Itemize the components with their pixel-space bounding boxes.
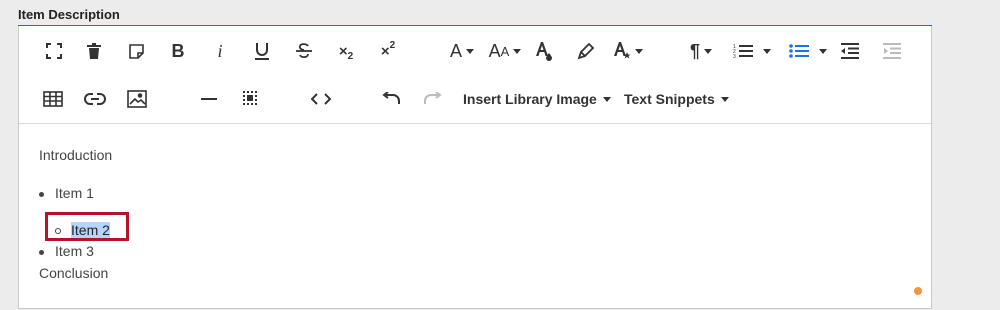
text-snippets-label: Text Snippets (624, 91, 715, 107)
image-icon[interactable] (123, 84, 151, 114)
select-all-icon[interactable] (237, 84, 265, 114)
undo-icon[interactable] (377, 84, 405, 114)
superscript-icon[interactable]: × 2 (375, 36, 401, 66)
indent-icon[interactable] (879, 36, 905, 66)
horizontal-line-icon[interactable] (195, 84, 223, 114)
bullet-disc-icon (39, 249, 44, 255)
fullscreen-icon[interactable] (41, 36, 67, 66)
highlight-icon[interactable] (573, 36, 599, 66)
insert-library-image-label: Insert Library Image (463, 91, 597, 107)
bullet-disc-icon (39, 191, 44, 197)
text-color-icon[interactable] (531, 36, 557, 66)
code-view-icon[interactable] (307, 84, 335, 114)
list-item-text: Item 3 (55, 243, 94, 259)
font-family-icon[interactable]: A (445, 36, 479, 66)
trash-icon[interactable] (81, 36, 107, 66)
underline-icon[interactable] (249, 36, 275, 66)
outdent-icon[interactable] (837, 36, 863, 66)
list-item: Item 1 (39, 185, 94, 201)
italic-icon[interactable]: i (207, 36, 233, 66)
svg-text:3: 3 (733, 54, 736, 59)
table-icon[interactable] (39, 84, 67, 114)
chevron-down-icon (720, 96, 729, 102)
editor-content[interactable]: Introduction Item 1 Item 2 Item 3 Conclu… (19, 124, 931, 310)
paragraph-introduction: Introduction (39, 147, 113, 163)
ordered-list-icon[interactable]: 123 (729, 36, 775, 66)
rich-text-editor[interactable]: B i × 2 × 2 A AA ¶ 123 Insert Library Im… (18, 25, 932, 309)
subscript-icon[interactable]: × 2 (333, 36, 359, 66)
list-item: Item 3 (39, 243, 94, 259)
clear-formatting-icon[interactable] (123, 36, 149, 66)
list-item-text: Item 1 (55, 185, 94, 201)
paragraph-format-icon[interactable]: ¶ (685, 36, 717, 66)
paragraph-conclusion: Conclusion (39, 265, 109, 281)
chevron-down-icon (602, 96, 611, 102)
field-label: Item Description (18, 7, 120, 22)
inline-style-icon[interactable] (611, 36, 645, 66)
text-snippets-dropdown[interactable]: Text Snippets (624, 84, 729, 114)
editor-toolbar: B i × 2 × 2 A AA ¶ 123 Insert Library Im… (19, 26, 931, 124)
link-icon[interactable] (81, 84, 109, 114)
highlight-annotation-box (45, 212, 129, 241)
redo-icon[interactable] (419, 84, 447, 114)
bold-icon[interactable]: B (165, 36, 191, 66)
unordered-list-icon[interactable] (785, 36, 831, 66)
strikethrough-icon[interactable] (291, 36, 317, 66)
font-size-icon[interactable]: AA (485, 36, 525, 66)
insert-library-image-dropdown[interactable]: Insert Library Image (463, 84, 611, 114)
status-indicator-dot (914, 287, 922, 295)
